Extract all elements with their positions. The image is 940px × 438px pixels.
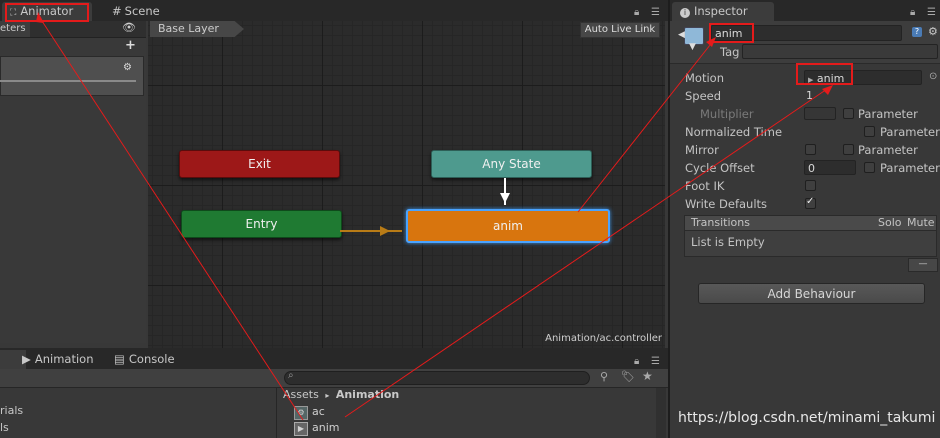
filter-label-icon[interactable]: 🏷︎ [621, 370, 635, 383]
mirror-label: Mirror [685, 143, 719, 157]
cycle-offset-parameter-checkbox[interactable] [864, 162, 875, 173]
breadcrumb-separator: ▸ [325, 391, 330, 400]
tab-console[interactable]: ▤ Console [106, 350, 192, 369]
multiplier-label: Multiplier [700, 107, 754, 121]
motion-label: Motion [685, 71, 724, 85]
settings-gear-icon[interactable]: ⚙ [928, 25, 938, 38]
breadcrumb-assets[interactable]: Assets [283, 388, 319, 401]
asset-item-anim[interactable]: ▶ anim [294, 421, 339, 436]
filter-type-icon[interactable]: ⚲ [600, 370, 608, 383]
state-icon-down-arrow: ▼ [689, 42, 696, 52]
info-icon: i [680, 8, 690, 18]
highlight-animator-tab [5, 3, 89, 22]
project-menu-icon[interactable]: ☰ [651, 356, 660, 367]
speed-label: 1Speed [685, 89, 722, 103]
tag-field[interactable] [742, 44, 938, 59]
entry-arrowhead [380, 226, 390, 236]
folder-item[interactable]: rials [0, 404, 23, 417]
vertical-divider[interactable] [668, 0, 670, 438]
cycle-offset-parameter-label: Parameter [880, 161, 940, 175]
search-icon: ⌕ [288, 370, 294, 381]
animation-icon: ▶ [22, 352, 31, 366]
favorite-star-icon[interactable]: ★ [642, 369, 653, 383]
mirror-parameter-checkbox[interactable] [843, 144, 854, 155]
project-search-input[interactable] [284, 371, 590, 385]
inspector-lock-icon[interactable]: 🔒︎ [910, 7, 915, 18]
object-picker-icon[interactable]: ⊙ [929, 71, 937, 82]
project-breadcrumb: Assets ▸ Animation [283, 388, 399, 401]
normalized-time-parameter-label: Parameter [880, 125, 940, 139]
watermark: https://blog.csdn.net/minami_takumi [678, 410, 936, 426]
anystate-arrowhead [500, 193, 510, 203]
transitions-mute-label: Mute [907, 216, 935, 229]
normalized-time-parameter-checkbox[interactable] [864, 126, 875, 137]
highlight-motion-field [796, 63, 853, 85]
tag-label: Tag [720, 45, 740, 59]
console-icon: ▤ [114, 352, 125, 366]
inspector-menu-icon[interactable]: ☰ [927, 7, 936, 18]
mirror-parameter-label: Parameter [858, 143, 918, 157]
breadcrumb-animation[interactable]: Animation [336, 388, 399, 401]
project-folder-tree [0, 388, 277, 438]
transitions-empty-text: List is Empty [691, 235, 765, 249]
state-icon-arrows: ◀ [678, 30, 685, 40]
normalized-time-label: Normalized Time [685, 125, 783, 139]
highlight-state-name [709, 23, 754, 43]
cycle-offset-label: Cycle Offset [685, 161, 755, 175]
transitions-solo-label: Solo [878, 216, 902, 229]
animation-clip-icon: ▶ [294, 422, 308, 436]
asset-item-ac[interactable]: ⚙ ac [294, 405, 325, 420]
multiplier-parameter-label: Parameter [858, 107, 918, 121]
help-icon[interactable]: ? [912, 27, 922, 37]
multiplier-parameter-checkbox[interactable] [843, 108, 854, 119]
foot-ik-label: Foot IK [685, 179, 725, 193]
animator-controller-icon: ⚙ [294, 406, 308, 420]
speed-field[interactable]: 1 [806, 89, 813, 102]
checkmark-icon: ✓ [806, 196, 815, 207]
write-defaults-checkbox[interactable]: ✓ [805, 196, 816, 209]
transitions-header: Transitions Solo Mute [684, 215, 937, 231]
add-behaviour-button[interactable]: Add Behaviour [698, 283, 925, 304]
mirror-checkbox[interactable] [805, 144, 816, 155]
tab-animation[interactable]: ▶ Animation [14, 350, 104, 369]
transitions-title: Transitions [691, 216, 750, 229]
remove-transition-button[interactable]: — [908, 258, 938, 272]
tab-inspector[interactable]: i Inspector [672, 2, 774, 21]
multiplier-dropdown[interactable] [804, 107, 836, 120]
controller-path-label: Animation/ac.controller [545, 333, 662, 344]
project-lock-icon[interactable]: 🔒︎ [634, 356, 639, 367]
foot-ik-checkbox[interactable] [805, 180, 816, 191]
write-defaults-label: Write Defaults [685, 197, 768, 211]
cycle-offset-field[interactable]: 0 [804, 160, 856, 175]
project-scrollbar[interactable] [656, 388, 666, 438]
folder-item[interactable]: ls [0, 421, 9, 434]
